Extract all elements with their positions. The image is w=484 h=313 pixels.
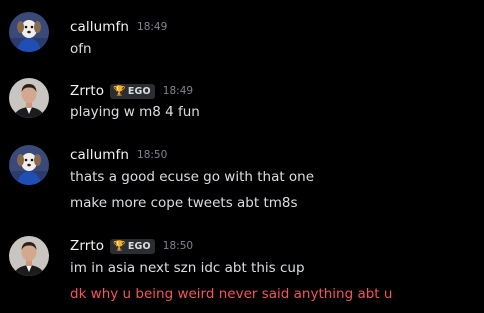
dog-avatar-icon [9, 145, 49, 185]
role-tag-label: EGO [127, 85, 151, 97]
username[interactable]: callumfn [70, 19, 129, 35]
message-group: callumfn 18:49 ofn [0, 12, 484, 62]
avatar-callumfn[interactable] [9, 12, 49, 52]
message-header: callumfn 18:50 [70, 145, 167, 165]
avatar-zrrto[interactable] [9, 78, 49, 118]
username[interactable]: callumfn [70, 147, 129, 163]
timestamp[interactable]: 18:50 [163, 240, 193, 252]
trophy-icon: 🏆 [113, 85, 126, 97]
role-tag-label: EGO [127, 240, 151, 252]
message-group: Zrrto 🏆 EGO 18:49 playing w m8 4 fun [0, 78, 484, 128]
avatar-zrrto[interactable] [9, 236, 49, 276]
role-tag[interactable]: 🏆 EGO [110, 83, 155, 99]
message-header: Zrrto 🏆 EGO 18:50 [70, 236, 193, 256]
message-text: ofn [70, 41, 92, 57]
trophy-icon: 🏆 [113, 240, 126, 252]
message-header: Zrrto 🏆 EGO 18:49 [70, 81, 193, 101]
chat-message-list: callumfn 18:49 ofn Zrrto 🏆 EGO 18:49 pla [0, 0, 484, 313]
role-tag[interactable]: 🏆 EGO [110, 238, 155, 254]
message-header: callumfn 18:49 [70, 17, 167, 37]
message-group: callumfn 18:50 thats a good ecuse go wit… [0, 145, 484, 219]
message-text: thats a good ecuse go with that one [70, 169, 315, 185]
timestamp[interactable]: 18:49 [163, 85, 193, 97]
man-avatar-icon [9, 78, 49, 118]
message-text: make more cope tweets abt tm8s [70, 195, 298, 211]
username[interactable]: Zrrto [70, 83, 104, 99]
avatar-callumfn[interactable] [9, 145, 49, 185]
message-text-highlighted: dk why u being weird never said anything… [70, 286, 393, 302]
message-text: im in asia next szn idc abt this cup [70, 260, 305, 276]
message-group: Zrrto 🏆 EGO 18:50 im in asia next szn id… [0, 236, 484, 310]
dog-avatar-icon [9, 12, 49, 52]
username[interactable]: Zrrto [70, 238, 104, 254]
timestamp[interactable]: 18:49 [137, 21, 167, 33]
message-text: playing w m8 4 fun [70, 104, 200, 120]
man-avatar-icon [9, 236, 49, 276]
timestamp[interactable]: 18:50 [137, 149, 167, 161]
